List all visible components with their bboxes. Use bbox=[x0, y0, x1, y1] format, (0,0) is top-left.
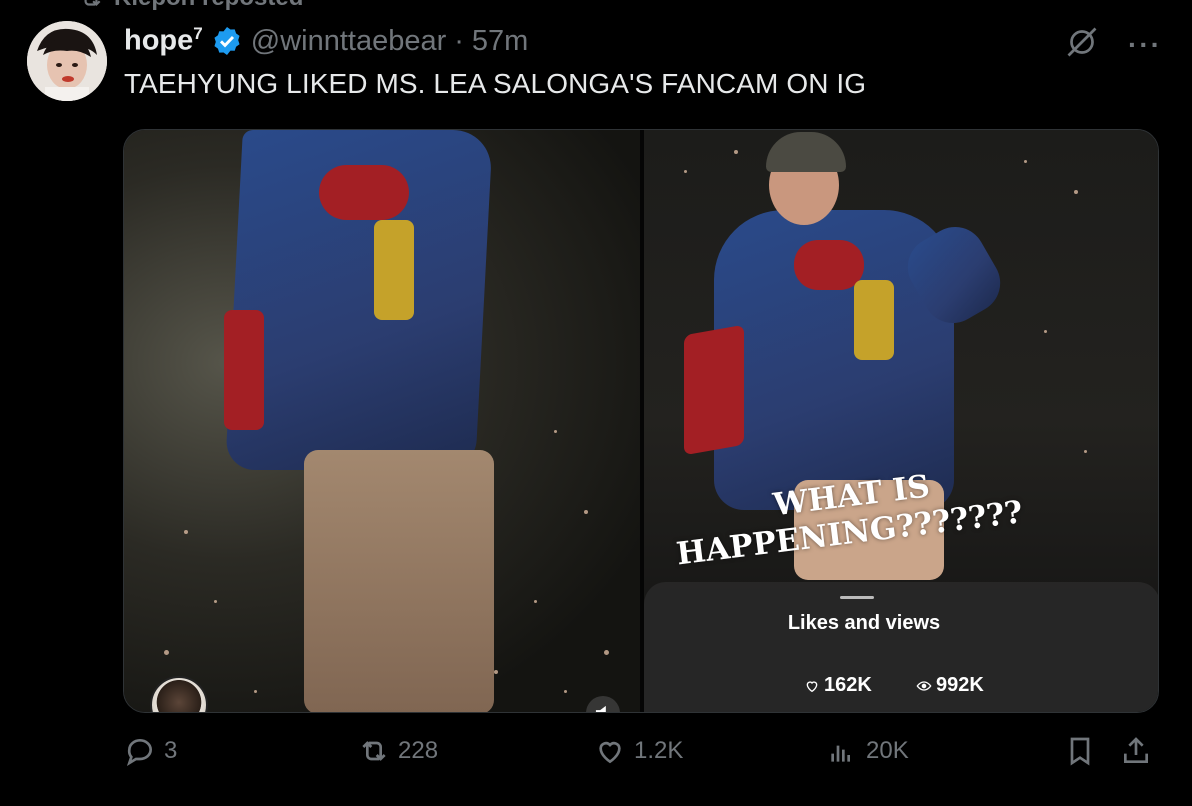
meta-separator: · bbox=[454, 24, 464, 57]
heart-icon bbox=[806, 680, 818, 692]
author-handle[interactable]: @winnttaebear bbox=[251, 25, 447, 58]
likes-views-card: Likes and views 162K 992K bbox=[644, 582, 1158, 712]
sparkle bbox=[554, 430, 557, 433]
share-button[interactable] bbox=[1120, 735, 1152, 767]
reply-button[interactable]: 3 bbox=[124, 735, 177, 767]
tweet-action-bar: 3 228 1.2K 20K bbox=[124, 735, 1160, 781]
author-avatar[interactable] bbox=[27, 21, 107, 101]
share-icon bbox=[1124, 737, 1148, 763]
sleeve-accent bbox=[684, 324, 744, 456]
sparkle bbox=[564, 690, 567, 693]
grok-icon[interactable] bbox=[1064, 24, 1100, 65]
sparkle bbox=[604, 650, 609, 655]
author-name-superscript: 7 bbox=[193, 24, 203, 44]
like-button[interactable]: 1.2K bbox=[594, 735, 683, 767]
stat-likes-value: 162K bbox=[824, 674, 872, 696]
shirt-accent bbox=[374, 220, 414, 320]
sheet-handle bbox=[840, 596, 874, 599]
shirt-accent bbox=[854, 280, 894, 360]
sparkle bbox=[1024, 160, 1027, 163]
sparkle bbox=[1044, 330, 1047, 333]
repost-count: 228 bbox=[398, 737, 439, 764]
tweet-top-actions: ··· bbox=[1064, 24, 1162, 65]
tweet-media[interactable]: WHAT IS HAPPENING??????? Likes and views… bbox=[123, 129, 1159, 713]
sleeve-accent bbox=[224, 310, 264, 430]
media-photo-right[interactable]: WHAT IS HAPPENING??????? Likes and views… bbox=[644, 130, 1158, 712]
repost-button[interactable]: 228 bbox=[358, 735, 438, 767]
views-button[interactable]: 20K bbox=[826, 735, 909, 767]
like-count: 1.2K bbox=[634, 737, 684, 764]
tweet-text: TAEHYUNG LIKED MS. LEA SALONGA'S FANCAM … bbox=[124, 68, 867, 99]
stat-views-value: 992K bbox=[936, 674, 984, 696]
stat-views: 992K bbox=[916, 674, 984, 697]
reply-count: 3 bbox=[164, 737, 178, 764]
avatar-image bbox=[27, 21, 107, 101]
sparkle bbox=[164, 650, 169, 655]
sparkle bbox=[1074, 190, 1078, 194]
media-photo-left[interactable] bbox=[124, 130, 640, 712]
tweet-header: hope7 @winnttaebear · 57m bbox=[124, 22, 528, 60]
author-name[interactable]: hope7 bbox=[124, 24, 203, 58]
performer-beanie bbox=[766, 132, 846, 172]
performer-pants bbox=[304, 450, 494, 712]
verified-badge-icon[interactable] bbox=[211, 25, 243, 57]
tweet-timestamp[interactable]: 57m bbox=[472, 25, 528, 58]
like-heart-icon bbox=[599, 741, 621, 764]
scarf-accent bbox=[319, 165, 409, 220]
sparkle bbox=[494, 670, 498, 674]
sparkle bbox=[214, 600, 217, 603]
scarf-accent bbox=[794, 240, 864, 290]
sparkle bbox=[584, 510, 588, 514]
sparkle bbox=[254, 690, 257, 693]
bookmark-icon bbox=[1070, 737, 1090, 766]
repost-label: Kiepon reposted bbox=[114, 0, 303, 12]
media-attribution-avatar[interactable] bbox=[150, 676, 208, 712]
repost-indicator[interactable]: Kiepon reposted bbox=[78, 0, 303, 11]
sparkle bbox=[684, 170, 687, 173]
sparkle bbox=[734, 150, 738, 154]
more-options-icon[interactable]: ··· bbox=[1128, 29, 1162, 61]
stat-likes: 162K bbox=[804, 674, 872, 697]
volume-icon[interactable] bbox=[586, 696, 620, 712]
repost-icon bbox=[84, 0, 101, 7]
sparkle bbox=[184, 530, 188, 534]
view-count: 20K bbox=[866, 737, 909, 764]
retweet-icon bbox=[362, 741, 386, 761]
stats-title: Likes and views bbox=[787, 612, 941, 634]
analytics-icon bbox=[831, 745, 850, 762]
sparkle bbox=[534, 600, 537, 603]
bookmark-button[interactable] bbox=[1064, 735, 1096, 767]
reply-icon bbox=[126, 738, 153, 766]
eye-icon bbox=[916, 680, 932, 691]
